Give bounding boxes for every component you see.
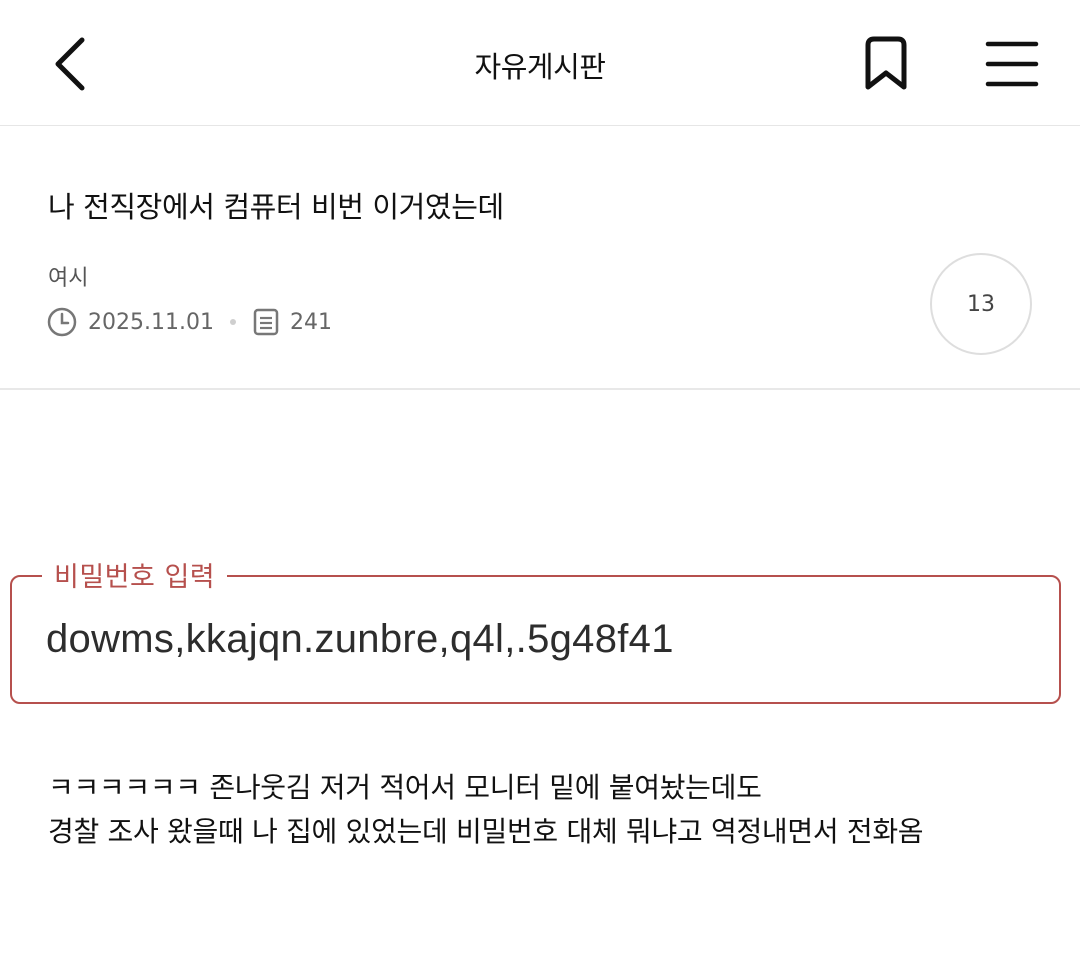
post-body-line: ㅋㅋㅋㅋㅋㅋ 존나웃김 저거 적어서 모니터 밑에 붙여놨는데도 (48, 771, 762, 804)
password-field-value: dowms,kkajqn.zunbre,q4l,.5g48f41 (46, 617, 674, 661)
bookmark-icon (865, 36, 907, 90)
clock-icon (46, 306, 78, 338)
meta-separator (229, 319, 236, 325)
bookmark-button[interactable] (846, 24, 926, 104)
menu-button[interactable] (972, 24, 1052, 104)
password-field[interactable]: 비밀번호 입력 dowms,kkajqn.zunbre,q4l,.5g48f41 (10, 555, 1061, 704)
password-field-label: 비밀번호 입력 (42, 555, 228, 594)
document-icon (252, 307, 280, 337)
comment-count-button[interactable]: 13 (930, 253, 1032, 355)
hamburger-menu-icon (985, 41, 1039, 87)
post-title: 나 전직장에서 컴퓨터 비번 이거였는데 (48, 190, 504, 224)
comment-count: 13 (967, 291, 995, 317)
post-meta: 2025.11.01 241 (46, 302, 332, 342)
post-body-line: 경찰 조사 왔을때 나 집에 있었는데 비밀번호 대체 뭐냐고 역정내면서 전화… (48, 815, 924, 848)
post-author[interactable]: 여시 (48, 260, 88, 292)
top-bar: 자유게시판 (0, 0, 1080, 126)
post-header: 나 전직장에서 컴퓨터 비번 이거였는데 여시 2025.11.01 241 1… (0, 126, 1080, 390)
post-date: 2025.11.01 (88, 309, 214, 335)
post-views: 241 (289, 309, 332, 335)
post-body: ㅋㅋㅋㅋㅋㅋ 존나웃김 저거 적어서 모니터 밑에 붙여놨는데도 경찰 조사 왔… (48, 766, 924, 854)
post-page: 자유게시판 나 전직장에서 컴퓨터 비번 이거였는데 여시 2025.11.01… (0, 0, 1080, 967)
